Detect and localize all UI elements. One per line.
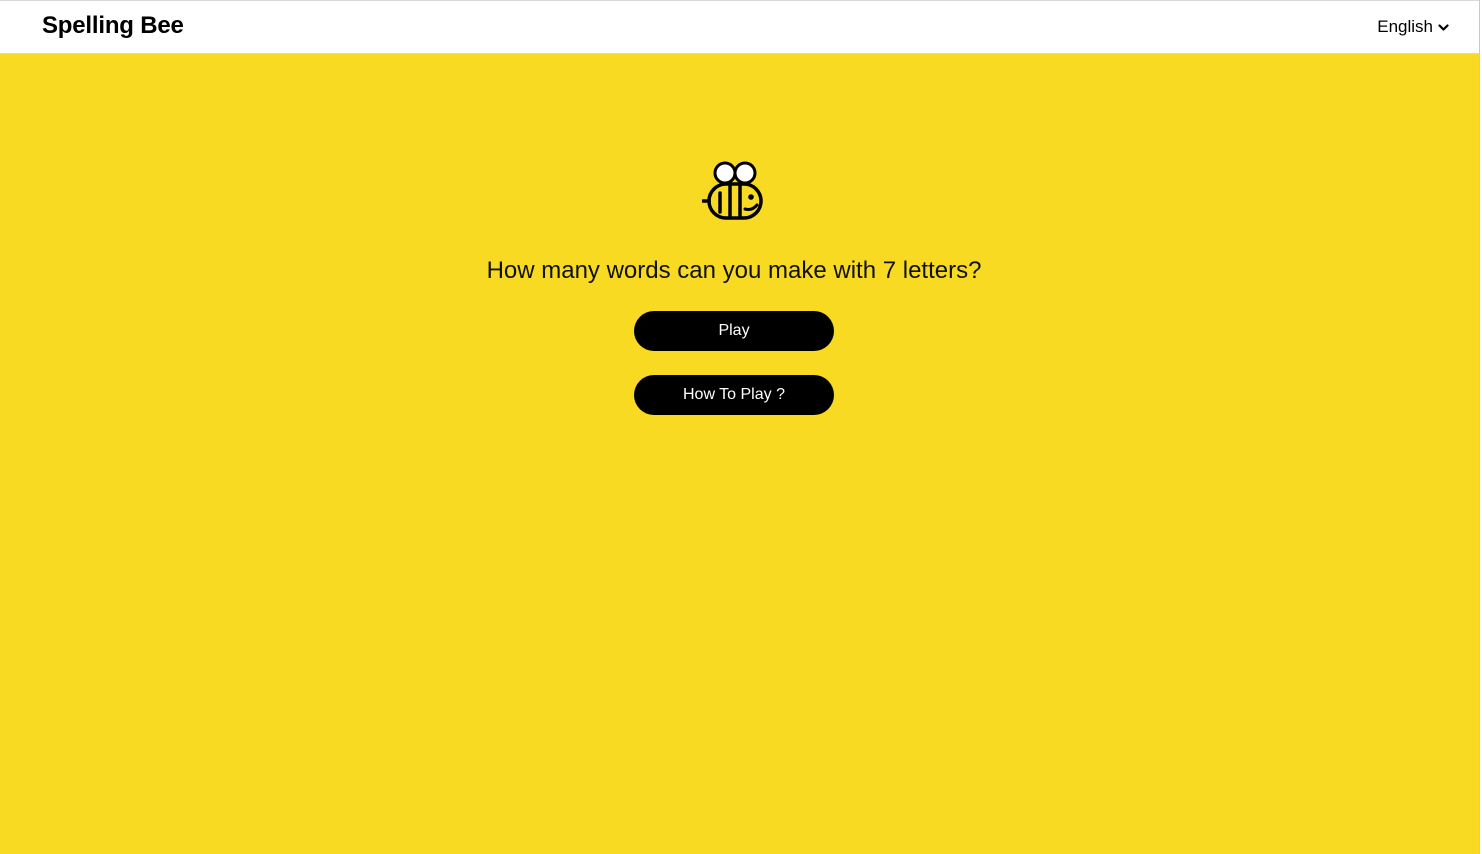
language-dropdown[interactable]: English [1377,17,1449,37]
bee-icon [701,159,768,225]
welcome-panel: How many words can you make with 7 lette… [0,54,1479,854]
app-title: Spelling Bee [42,12,184,39]
language-label: English [1377,17,1433,36]
tagline: How many words can you make with 7 lette… [486,257,982,284]
app-window: Spelling Bee English How many words can … [0,0,1480,854]
top-bar: Spelling Bee English [0,0,1479,54]
how-to-play-button[interactable]: How To Play ? [634,375,834,415]
chevron-down-icon [1438,22,1449,32]
play-button[interactable]: Play [634,311,834,351]
